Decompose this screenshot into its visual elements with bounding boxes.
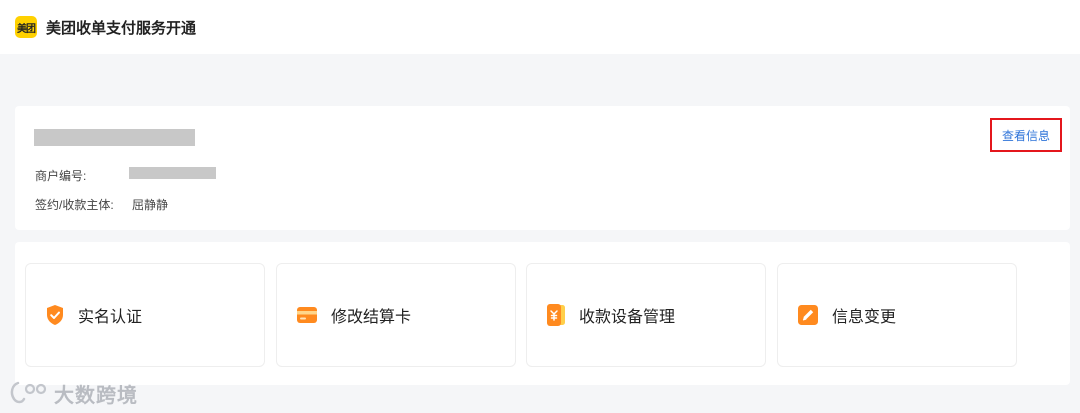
service-label: 修改结算卡 bbox=[331, 309, 412, 326]
service-label: 信息变更 bbox=[832, 309, 897, 326]
shield-check-icon bbox=[45, 304, 65, 326]
watermark-logo-icon bbox=[8, 379, 48, 407]
watermark: 大数跨境 bbox=[8, 378, 138, 408]
view-info-link[interactable]: 查看信息 bbox=[990, 118, 1062, 152]
merchant-id-label: 商户编号: bbox=[35, 169, 87, 183]
service-payment-device-management[interactable]: 收款设备管理 bbox=[526, 263, 766, 367]
masked-merchant-name bbox=[34, 129, 195, 146]
payment-device-icon bbox=[546, 303, 566, 327]
service-change-settlement-card[interactable]: 修改结算卡 bbox=[276, 263, 516, 367]
contract-entity-label: 签约/收款主体: bbox=[35, 198, 114, 212]
page-title: 美团收单支付服务开通 bbox=[46, 19, 197, 37]
meituan-logo: 美团 bbox=[15, 16, 37, 38]
service-real-name-auth[interactable]: 实名认证 bbox=[25, 263, 265, 367]
edit-icon bbox=[797, 304, 819, 326]
service-info-change[interactable]: 信息变更 bbox=[777, 263, 1017, 367]
contract-entity-row: 签约/收款主体: 屈静静 bbox=[35, 196, 168, 213]
service-label: 收款设备管理 bbox=[579, 309, 676, 326]
top-bar: 美团 美团收单支付服务开通 bbox=[0, 0, 1080, 54]
watermark-text: 大数跨境 bbox=[54, 384, 138, 407]
merchant-id-row: 商户编号: bbox=[35, 167, 132, 184]
contract-entity-value: 屈静静 bbox=[132, 198, 169, 212]
service-panel: 实名认证 修改结算卡 收款设备管理 信息变更 bbox=[15, 242, 1070, 385]
masked-merchant-id bbox=[129, 167, 216, 179]
merchant-info-card: 商户编号: 签约/收款主体: 屈静静 查看信息 bbox=[15, 106, 1070, 230]
card-icon bbox=[296, 305, 318, 325]
service-label: 实名认证 bbox=[78, 309, 143, 326]
